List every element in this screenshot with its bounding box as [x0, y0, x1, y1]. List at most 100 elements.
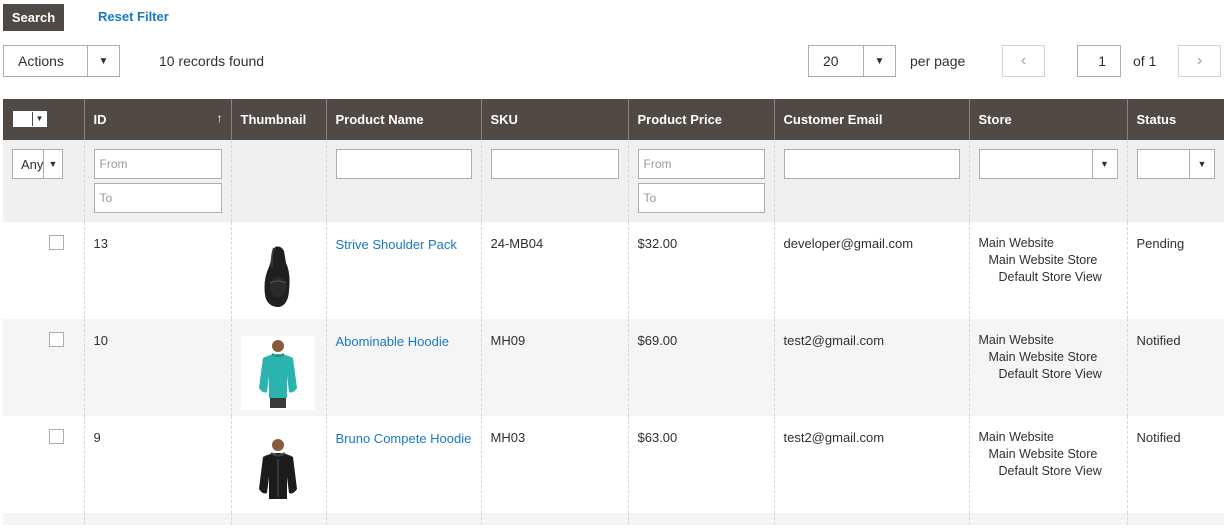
sku-value: MH03 — [490, 430, 526, 445]
black-hoodie-thumbnail — [240, 433, 315, 507]
column-label: Store — [978, 112, 1012, 127]
column-header-product-name[interactable]: Product Name — [326, 99, 482, 140]
cell-product-name: Strive Shoulder Pack — [326, 222, 482, 319]
price-from-input[interactable]: From — [637, 149, 765, 179]
cell-price: $32.00 — [628, 222, 775, 319]
table-row[interactable]: 10 Abominable Hoodie MH09 $69.00 test2@g… — [3, 319, 1224, 416]
column-label: SKU — [490, 112, 518, 127]
records-found: 10 records found — [159, 53, 265, 69]
store-view: Default Store View — [998, 464, 1102, 478]
previous-page-button[interactable]: ‹ — [1002, 45, 1045, 77]
id-to-input[interactable]: To — [93, 183, 222, 213]
cell-email: developer@gmail.com — [774, 222, 970, 319]
store-website: Main Website — [978, 430, 1055, 444]
table-row[interactable] — [3, 513, 1224, 525]
store-website: Main Website — [978, 333, 1055, 347]
row-select — [3, 319, 85, 416]
cell-store: Main Website Main Website Store Default … — [969, 416, 1128, 513]
cell-price: $69.00 — [628, 319, 775, 416]
chevron-down-icon: ▼ — [1189, 150, 1214, 178]
row-checkbox[interactable] — [49, 332, 64, 347]
column-header-store[interactable]: Store — [969, 99, 1128, 140]
product-name-filter-input[interactable] — [335, 149, 472, 179]
cell-product-name: Bruno Compete Hoodie — [326, 416, 482, 513]
backpack-thumbnail — [240, 239, 315, 313]
cell-sku: 24-MB04 — [481, 222, 629, 319]
column-header-sku[interactable]: SKU — [481, 99, 629, 140]
table-row[interactable]: 9 Bruno Compete Hoodie MH03 $63.00 test2… — [3, 416, 1224, 513]
page-number-input[interactable]: 1 — [1077, 45, 1121, 77]
sort-arrow-icon: ↑ — [216, 111, 223, 125]
row-checkbox[interactable] — [49, 235, 64, 250]
column-header-customer-email[interactable]: Customer Email — [774, 99, 970, 140]
email-value: test2@gmail.com — [783, 430, 885, 445]
column-header-status[interactable]: Status — [1127, 99, 1224, 140]
column-header-product-price[interactable]: Product Price — [628, 99, 775, 140]
column-label: Product Name — [335, 112, 424, 127]
any-select[interactable]: Any ▼ — [12, 149, 63, 179]
column-header-thumbnail[interactable]: Thumbnail — [231, 99, 327, 140]
cell-sku: MH03 — [481, 416, 629, 513]
filter-row: Any ▼ From To From To ▼ ▼ — [3, 140, 1224, 222]
product-name-link[interactable]: Abominable Hoodie — [336, 334, 449, 349]
row-checkbox[interactable] — [49, 429, 64, 444]
id-value: 9 — [93, 430, 101, 445]
column-label: Status — [1136, 112, 1177, 127]
chevron-down-icon: ▼ — [87, 46, 119, 76]
chevron-down-icon: ▼ — [1091, 150, 1117, 178]
product-name-link[interactable]: Strive Shoulder Pack — [336, 237, 457, 252]
page-total: of 1 — [1133, 53, 1157, 69]
cell-price: $63.00 — [628, 416, 775, 513]
search-button[interactable]: Search — [3, 4, 64, 31]
cell-store: Main Website Main Website Store Default … — [969, 319, 1128, 416]
store-filter-select[interactable]: ▼ — [978, 149, 1118, 179]
chevron-down-icon: ▼ — [32, 111, 46, 126]
price-value: $32.00 — [637, 236, 678, 251]
table-row[interactable]: 13 Strive Shoulder Pack 24-MB04 $32.00 d… — [3, 222, 1224, 319]
actions-label: Actions — [18, 53, 64, 69]
cell-status: Notified — [1127, 416, 1224, 513]
sku-value: MH09 — [490, 333, 526, 348]
actions-dropdown[interactable]: Actions ▼ — [3, 45, 120, 77]
teal-hoodie-thumbnail — [240, 336, 315, 410]
id-from-input[interactable]: From — [93, 149, 222, 179]
cell-thumbnail — [231, 319, 327, 416]
store-group: Main Website Store — [988, 253, 1098, 267]
store-group: Main Website Store — [988, 447, 1098, 461]
email-filter-input[interactable] — [783, 149, 960, 179]
status-value: Notified — [1136, 333, 1181, 348]
cell-sku: MH09 — [481, 319, 629, 416]
reset-filter-link[interactable]: Reset Filter — [98, 9, 169, 24]
cell-id: 13 — [84, 222, 232, 319]
cell-store: Main Website Main Website Store Default … — [969, 222, 1128, 319]
column-label: Product Price — [637, 112, 723, 127]
store-website: Main Website — [978, 236, 1055, 250]
any-value: Any — [21, 156, 44, 172]
cell-email: test2@gmail.com — [774, 416, 970, 513]
filter-id: From To — [84, 140, 232, 222]
price-value: $69.00 — [637, 333, 678, 348]
status-value: Notified — [1136, 430, 1181, 445]
per-page-select[interactable]: 20 ▼ — [808, 45, 896, 77]
cell-id: 10 — [84, 319, 232, 416]
mass-select-header[interactable]: ▼ — [3, 99, 85, 140]
filter-status: ▼ — [1127, 140, 1224, 222]
mass-select-checkbox[interactable]: ▼ — [13, 110, 47, 127]
id-value: 13 — [93, 236, 108, 251]
sku-filter-input[interactable] — [490, 149, 619, 179]
next-page-button[interactable]: › — [1178, 45, 1221, 77]
chevron-right-icon: › — [1196, 52, 1203, 69]
cell-status: Pending — [1127, 222, 1224, 319]
column-label: ID — [93, 112, 107, 127]
price-to-input[interactable]: To — [637, 183, 765, 213]
product-alert-grid: ▼ ID ↑ Thumbnail Product Name SKU Produc… — [3, 99, 1224, 525]
store-view: Default Store View — [998, 270, 1102, 284]
id-value: 10 — [93, 333, 108, 348]
column-header-id[interactable]: ID ↑ — [84, 99, 232, 140]
status-filter-select[interactable]: ▼ — [1136, 149, 1215, 179]
product-name-link[interactable]: Bruno Compete Hoodie — [336, 431, 472, 446]
cell-thumbnail — [231, 222, 327, 319]
price-value: $63.00 — [637, 430, 678, 445]
filter-mass: Any ▼ — [3, 140, 85, 222]
filter-price: From To — [628, 140, 775, 222]
